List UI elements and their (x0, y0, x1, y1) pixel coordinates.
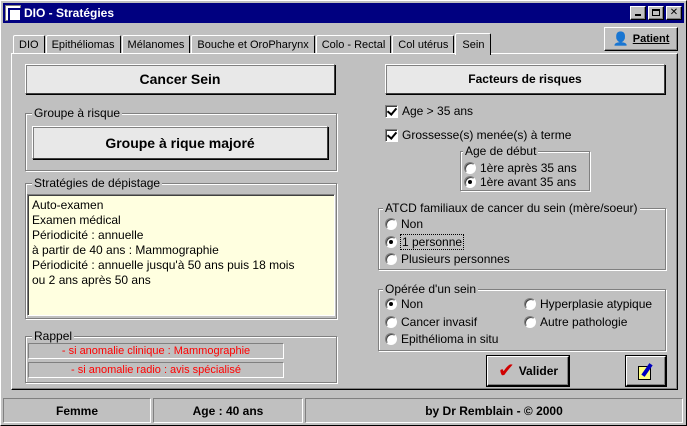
age-checkbox[interactable]: Age > 35 ans (385, 104, 473, 118)
risk-group-label: Groupe à risque (32, 106, 123, 120)
radio-dot[interactable] (385, 236, 397, 248)
radio-dot[interactable] (385, 333, 397, 345)
start-age-before-35[interactable]: 1ère avant 35 ans (464, 175, 576, 189)
screening-line: Auto-examen (32, 198, 104, 212)
tab-melanomes[interactable]: Mélanomes (121, 35, 191, 54)
screening-line: Périodicité : annuelle (32, 228, 144, 242)
minimize-icon (635, 14, 641, 16)
status-age: Age : 40 ans (153, 398, 303, 423)
radio-dot[interactable] (464, 176, 476, 188)
tab-bouche-oropharynx[interactable]: Bouche et OroPharynx (191, 35, 315, 54)
status-bar: Femme Age : 40 ans by Dr Remblain - © 20… (3, 398, 685, 423)
radio-dot[interactable] (524, 298, 536, 310)
tab-strip: DIO Epithéliomas Mélanomes Bouche et Oro… (13, 32, 492, 55)
age-checkbox-box[interactable] (385, 104, 398, 118)
reminder-label: Rappel (32, 329, 75, 343)
radio-label: 1ère avant 35 ans (480, 175, 577, 189)
title-bar: DIO - Stratégies ✕ (3, 3, 684, 23)
tab-epitheliomas[interactable]: Epithéliomas (45, 35, 121, 54)
minimize-button[interactable] (630, 6, 646, 20)
screening-line: ou 2 ans après 50 ans (32, 273, 151, 287)
validate-button[interactable]: ✔ Valider (487, 356, 569, 386)
radio-dot[interactable] (524, 316, 536, 328)
status-credit: by Dr Remblain - © 2000 (305, 398, 683, 423)
radio-dot[interactable] (385, 316, 397, 328)
radio-label: Epithélioma in situ (401, 332, 499, 346)
family-several[interactable]: Plusieurs personnes (385, 252, 510, 266)
close-button[interactable]: ✕ (666, 6, 682, 20)
pregnancy-checkbox-box[interactable] (385, 128, 398, 142)
tab-dio[interactable]: DIO (13, 35, 45, 54)
operated-epithelioma[interactable]: Epithélioma in situ (385, 332, 498, 346)
window-title: DIO - Stratégies (24, 6, 115, 20)
screening-label: Stratégies de dépistage (32, 176, 163, 190)
radio-label: Non (401, 297, 424, 311)
tab-col-uterus[interactable]: Col utérus (392, 35, 455, 54)
radio-label: 1 personne (399, 234, 465, 250)
checkmark-icon: ✔ (497, 360, 515, 382)
pregnancy-checkbox-label: Grossesse(s) menée(s) à terme (402, 128, 572, 142)
pregnancy-checkbox[interactable]: Grossesse(s) menée(s) à terme (385, 128, 571, 142)
radio-dot[interactable] (385, 218, 397, 230)
operated-other[interactable]: Autre pathologie (524, 315, 627, 329)
radio-dot[interactable] (464, 162, 476, 174)
reminder-line-clinical: - si anomalie clinique : Mammographie (28, 343, 284, 359)
cancer-header: Cancer Sein (25, 64, 335, 94)
radio-label: Autre pathologie (540, 315, 628, 329)
screening-text[interactable]: Auto-examen Examen médical Périodicité :… (27, 194, 335, 316)
operated-none[interactable]: Non (385, 297, 423, 311)
maximize-icon (652, 9, 660, 16)
family-none[interactable]: Non (385, 217, 423, 231)
radio-dot[interactable] (385, 253, 397, 265)
age-checkbox-label: Age > 35 ans (402, 104, 474, 118)
maximize-button[interactable] (648, 6, 664, 20)
status-sex: Femme (3, 398, 151, 423)
close-icon: ✕ (669, 7, 679, 18)
operated-label: Opérée d'un sein (383, 282, 479, 296)
validate-button-label: Valider (518, 364, 559, 378)
screening-line: à partir de 40 ans : Mammographie (32, 243, 219, 257)
screening-line: Examen médical (32, 213, 121, 227)
operated-invasive-cancer[interactable]: Cancer invasif (385, 315, 477, 329)
reminder-line-radio: - si anomalie radio : avis spécialisé (28, 362, 284, 378)
radio-label: Plusieurs personnes (401, 252, 510, 266)
main-window: DIO - Stratégies ✕ DIO Epithéliomas Méla… (0, 0, 687, 426)
radio-label: Cancer invasif (401, 315, 478, 329)
tab-sein[interactable]: Sein (455, 33, 492, 55)
risk-group-value: Groupe à rique majoré (32, 126, 328, 159)
tab-colo-rectal[interactable]: Colo - Rectal (315, 35, 392, 54)
patient-button[interactable]: 👤 Patient (604, 27, 678, 51)
screening-line: Périodicité : annuelle jusqu'à 50 ans pu… (32, 258, 295, 272)
tools-button[interactable] (626, 356, 666, 386)
start-age-after-35[interactable]: 1ère après 35 ans (464, 161, 577, 175)
radio-dot[interactable] (385, 298, 397, 310)
family-one-person[interactable]: 1 personne (385, 234, 465, 250)
patient-icon: 👤 (612, 31, 629, 46)
radio-label: 1ère après 35 ans (480, 161, 577, 175)
start-age-label: Age de début (463, 144, 539, 158)
radio-label: Non (401, 217, 424, 231)
operated-hyperplasia[interactable]: Hyperplasie atypique (524, 297, 652, 311)
patient-button-label: Patient (632, 33, 670, 45)
radio-label: Hyperplasie atypique (540, 297, 653, 311)
edit-tool-icon (637, 362, 655, 380)
app-icon (5, 5, 22, 22)
family-history-label: ATCD familiaux de cancer du sein (mère/s… (383, 201, 640, 215)
risk-factors-header: Facteurs de risques (385, 64, 665, 94)
